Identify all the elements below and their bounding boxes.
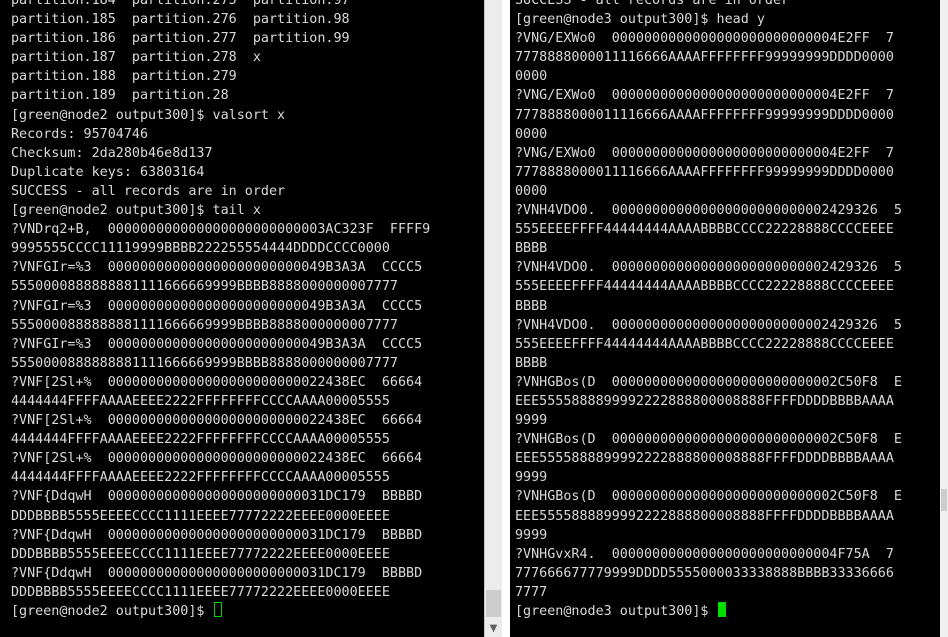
terminal-line: 0000 [515,69,548,85]
terminal-line: partition.186 partition.277 partition.99 [11,31,350,47]
text-cursor [717,602,726,617]
desktop: partition.184 partition.275 partition.97… [0,0,948,637]
terminal-line: [green@node3 output300]$ head y [515,12,765,28]
terminal-line: BBBB [515,298,548,314]
terminal-line: ?VNH4VDO0. 00000000000000000000000000242… [515,317,902,333]
terminal-line: ?VNHGBos(D 0000000000000000000000000002C… [515,489,902,505]
terminal-line: Duplicate keys: 63803164 [11,164,205,180]
terminal-line: DDDBBBB5555EEEECCCC1111EEEE77772222EEEE0… [11,508,390,524]
window-separator [502,0,510,637]
terminal-line: 555EEEEFFFF44444444AAAABBBBCCCC22228888C… [515,222,894,238]
terminal-line: 0000 [515,183,548,199]
terminal-line: ?VNH4VDO0. 00000000000000000000000000242… [515,203,902,219]
terminal-line: [green@node2 output300]$ valsort x [11,107,286,123]
terminal-right-scrollbar[interactable] [940,0,948,637]
terminal-line: DDDBBBB5555EEEECCCC1111EEEE77772222EEEE0… [11,584,390,600]
terminal-line: ?VNH4VDO0. 00000000000000000000000000242… [515,260,902,276]
terminal-line: 7777 [515,584,548,600]
terminal-line: 5550000888888881111666669999BBBB88880000… [11,279,398,295]
command-prompt[interactable]: [green@node3 output300]$ [515,602,902,621]
terminal-line: partition.188 partition.279 [11,69,237,85]
terminal-line: partition.185 partition.276 partition.98 [11,12,350,28]
terminal-line: 5550000888888881111666669999BBBB88880000… [11,355,398,371]
terminal-line: SUCCESS - all records are in order [11,183,286,199]
terminal-line: 0000 [515,126,548,142]
terminal-line: ?VNG/EXWo0 0000000000000000000000000004E… [515,145,894,161]
prompt-text: [green@node3 output300]$ [515,604,717,619]
command-prompt[interactable]: [green@node2 output300]$ [11,602,430,621]
terminal-left[interactable]: partition.184 partition.275 partition.97… [0,0,484,637]
terminal-line: EEE5555888899992222888800008888FFFFDDDDB… [515,393,894,409]
terminal-line: 7778888000011116666AAAAFFFFFFFF99999999D… [515,107,894,123]
terminal-line: ?VNDrq2+B, 000000000000000000000000003AC… [11,222,431,238]
terminal-line: EEE5555888899992222888800008888FFFFDDDDB… [515,451,894,467]
terminal-line: ?VNG/EXWo0 0000000000000000000000000004E… [515,88,894,104]
chevron-down-icon[interactable]: ▼ [485,620,502,637]
terminal-line: 555EEEEFFFF44444444AAAABBBBCCCC22228888C… [515,336,894,352]
scrollbar-thumb[interactable] [941,489,947,511]
terminal-line: ?VNF[2Sl+% 00000000000000000000000002243… [11,413,423,429]
terminal-right-output: SUCCESS - all records are in order [green… [515,0,902,621]
terminal-line: ?VNF{DdqwH 000000000000000000000000031DC… [11,565,423,581]
terminal-line: Records: 95704746 [11,126,149,142]
terminal-left-output: partition.184 partition.275 partition.97… [11,0,430,621]
terminal-line: ?VNF[2Sl+% 00000000000000000000000002243… [11,451,423,467]
terminal-line: ?VNFGIr=%3 000000000000000000000000049B3… [11,298,423,314]
terminal-line: ?VNF[2Sl+% 00000000000000000000000002243… [11,374,423,390]
terminal-line: 777666677779999DDDD5555000033338888BBBB3… [515,565,894,581]
terminal-line: ?VNFGIr=%3 000000000000000000000000049B3… [11,260,423,276]
terminal-line: 555EEEEFFFF44444444AAAABBBBCCCC22228888C… [515,279,894,295]
terminal-line: 9999 [515,470,548,486]
terminal-line: ?VNFGIr=%3 000000000000000000000000049B3… [11,336,423,352]
terminal-line: ?VNG/EXWo0 0000000000000000000000000004E… [515,31,894,47]
scrollbar-thumb[interactable] [486,590,501,617]
terminal-line: partition.187 partition.278 x [11,50,261,66]
terminal-line: 4444444FFFFAAAAEEEE2222FFFFFFFFCCCCAAAA0… [11,432,390,448]
terminal-line: SUCCESS - all records are in order [515,0,790,8]
terminal-line: 9995555CCCC11119999BBBB222255554444DDDDC… [11,241,390,257]
prompt-text: [green@node2 output300]$ [11,604,213,619]
terminal-right[interactable]: SUCCESS - all records are in order [green… [510,0,948,637]
terminal-line: 9999 [515,413,548,429]
terminal-line: ?VNHGBos(D 0000000000000000000000000002C… [515,432,902,448]
terminal-line: partition.189 partition.28 [11,88,229,104]
terminal-line: EEE5555888899992222888800008888FFFFDDDDB… [515,508,894,524]
terminal-line: partition.184 partition.275 partition.97 [11,0,350,8]
terminal-line: 5550000888888881111666669999BBBB88880000… [11,317,398,333]
terminal-line: ?VNHGvxR4. 0000000000000000000000000004F… [515,546,894,562]
terminal-line: ?VNHGBos(D 0000000000000000000000000002C… [515,374,902,390]
terminal-line: BBBB [515,355,548,371]
terminal-line: 4444444FFFFAAAAEEEE2222FFFFFFFFCCCCAAAA0… [11,393,390,409]
text-cursor [213,602,222,617]
terminal-left-scrollbar[interactable]: ▼ [484,0,502,637]
terminal-line: DDDBBBB5555EEEECCCC1111EEEE77772222EEEE0… [11,546,390,562]
terminal-line: ?VNF{DdqwH 000000000000000000000000031DC… [11,527,423,543]
terminal-line: ?VNF{DdqwH 000000000000000000000000031DC… [11,489,423,505]
terminal-line: [green@node2 output300]$ tail x [11,203,261,219]
terminal-line: 4444444FFFFAAAAEEEE2222FFFFFFFFCCCCAAAA0… [11,470,390,486]
terminal-line: 7778888000011116666AAAAFFFFFFFF99999999D… [515,50,894,66]
terminal-line: 7778888000011116666AAAAFFFFFFFF99999999D… [515,164,894,180]
terminal-line: BBBB [515,241,548,257]
terminal-line: 9999 [515,527,548,543]
terminal-line: Checksum: 2da280b46e8d137 [11,145,213,161]
